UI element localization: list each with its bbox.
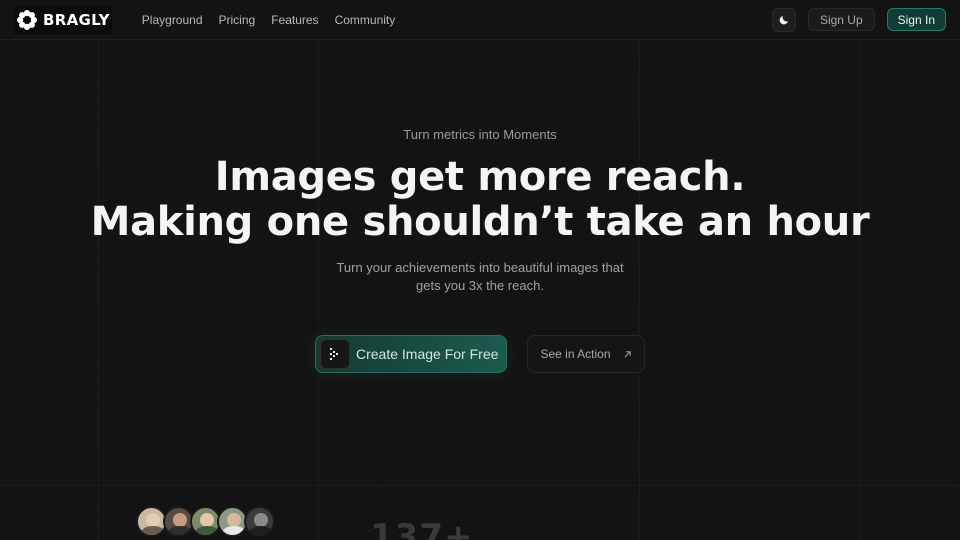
- sign-in-button[interactable]: Sign In: [886, 8, 946, 31]
- hero-subtitle-line-1: Turn your achievements into beautiful im…: [336, 260, 624, 275]
- sign-up-button[interactable]: Sign Up: [807, 8, 875, 31]
- user-avatar-5: [244, 506, 275, 537]
- dots-arrow-icon: [320, 339, 350, 369]
- hero-eyebrow: Turn metrics into Moments: [403, 127, 557, 142]
- top-navbar: BRAGLY Playground Pricing Features Commu…: [0, 0, 960, 40]
- flower-logo-icon: [17, 9, 37, 30]
- hero-headline: Images get more reach. Making one should…: [0, 155, 960, 245]
- hero-subtitle: Turn your achievements into beautiful im…: [0, 259, 960, 295]
- theme-toggle-button[interactable]: [771, 7, 796, 32]
- see-in-action-button[interactable]: See in Action: [527, 335, 645, 373]
- nav-link-community[interactable]: Community: [335, 13, 396, 27]
- brand-logo[interactable]: BRAGLY: [14, 5, 112, 34]
- nav-link-features[interactable]: Features: [271, 13, 318, 27]
- landing-page: BRAGLY Playground Pricing Features Commu…: [0, 0, 960, 540]
- users-count-stat: 137+: [370, 517, 474, 540]
- dots-arrow-glyph: [330, 348, 338, 360]
- hero-subtitle-line-2: gets you 3x the reach.: [416, 278, 544, 293]
- hero-headline-line-2: Making one shouldn’t take an hour: [90, 199, 870, 245]
- see-in-action-label: See in Action: [540, 347, 611, 361]
- moon-icon: [779, 15, 788, 24]
- arrow-up-right-icon: [623, 350, 631, 358]
- main-nav: Playground Pricing Features Community: [142, 13, 395, 27]
- user-avatars: [136, 506, 275, 537]
- hero-cta-row: Create Image For Free See in Action: [0, 335, 960, 373]
- nav-actions: Sign Up Sign In: [771, 7, 946, 32]
- hero-headline-line-1: Images get more reach.: [214, 154, 746, 200]
- create-image-label: Create Image For Free: [356, 346, 499, 362]
- create-image-button[interactable]: Create Image For Free: [315, 335, 507, 373]
- grid-line: [0, 485, 960, 486]
- brand-name: BRAGLY: [43, 10, 110, 29]
- nav-link-pricing[interactable]: Pricing: [219, 13, 256, 27]
- nav-link-playground[interactable]: Playground: [142, 13, 203, 27]
